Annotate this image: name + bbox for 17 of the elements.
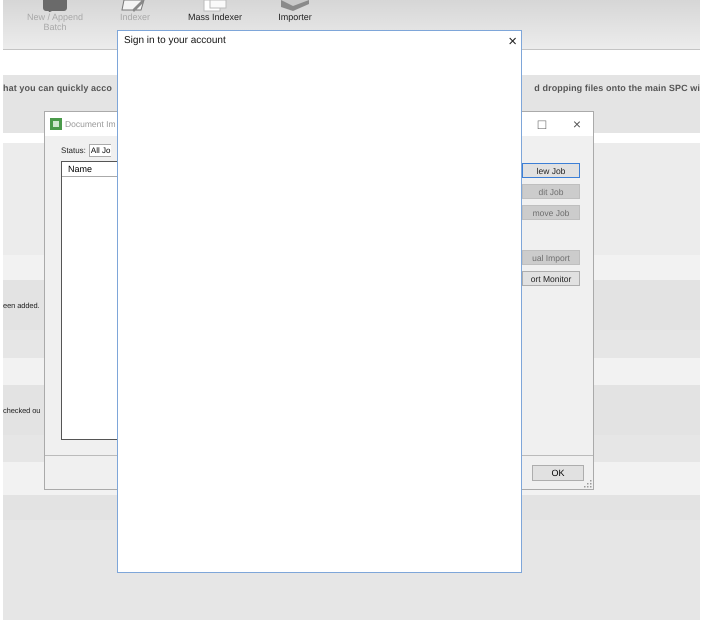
status-dropdown[interactable]: All Jo bbox=[88, 144, 112, 157]
banner-text: hat you can quickly acco bbox=[3, 83, 112, 93]
window-title: Document Im bbox=[65, 119, 116, 129]
close-button[interactable]: × bbox=[561, 116, 593, 132]
speech-bubble-icon bbox=[40, 0, 70, 12]
job-button[interactable]: lew Job bbox=[522, 163, 580, 178]
ok-button[interactable]: OK bbox=[532, 465, 584, 481]
maximize-button[interactable]: □ bbox=[526, 116, 558, 132]
status-label: Status: bbox=[61, 146, 86, 155]
resize-grip-icon[interactable] bbox=[584, 480, 592, 488]
close-button[interactable]: × bbox=[508, 35, 517, 49]
banner-text: d dropping files onto the main SPC wi bbox=[534, 83, 700, 93]
toolbar-label[interactable]: Mass Indexer bbox=[188, 12, 242, 22]
toolbar-label[interactable]: Importer bbox=[278, 12, 312, 22]
dialog-title: Sign in to your account bbox=[124, 35, 226, 46]
job-button[interactable]: ort Monitor bbox=[522, 271, 580, 286]
app-icon bbox=[50, 118, 62, 130]
